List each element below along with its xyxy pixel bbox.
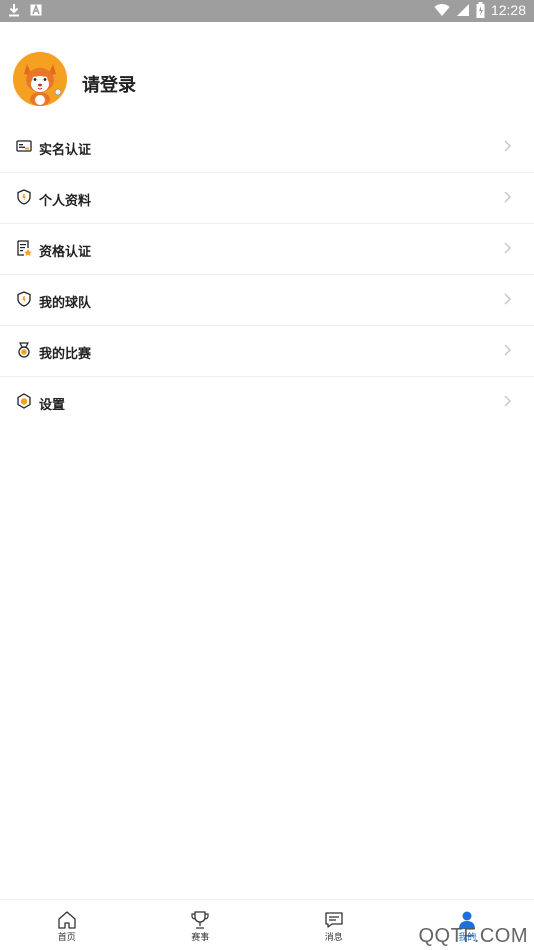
- chevron-right-icon: [504, 242, 512, 254]
- menu-item-real-name-verification[interactable]: 实名认证: [0, 122, 534, 173]
- menu-item-qualification-verification[interactable]: 资格认证: [0, 224, 534, 275]
- login-prompt[interactable]: 请登录: [82, 71, 136, 97]
- watermark: QQTF.COM: [418, 925, 528, 947]
- menu-item-my-team[interactable]: 我的球队: [0, 275, 534, 326]
- id-card-icon: [16, 140, 32, 152]
- nav-label: 消息: [324, 932, 343, 942]
- nav-label: 赛事: [191, 932, 210, 942]
- chevron-right-icon: [504, 191, 512, 203]
- menu-label: 设置: [39, 397, 66, 412]
- medal-icon: [18, 342, 30, 358]
- chevron-right-icon: [504, 293, 512, 305]
- menu-item-personal-profile[interactable]: 个人资料: [0, 173, 534, 224]
- status-bar: 12:28: [0, 0, 534, 22]
- chevron-right-icon: [504, 344, 512, 356]
- status-time: 12:28: [490, 2, 526, 18]
- menu-item-my-matches[interactable]: 我的比赛: [0, 326, 534, 377]
- menu-label: 我的球队: [39, 295, 92, 310]
- nav-item-home[interactable]: 首页: [0, 900, 134, 950]
- signal-icon: [456, 4, 469, 16]
- status-left-icons: [8, 3, 42, 17]
- nav-item-events[interactable]: 赛事: [134, 900, 268, 950]
- shield-profile-icon: [17, 189, 31, 205]
- chevron-right-icon: [504, 140, 512, 152]
- squirrel-mascot-avatar: [13, 52, 67, 106]
- home-icon: [58, 911, 76, 929]
- menu-list: 实名认证 个人资料 资格认证 我的球队 我的比赛 设置: [0, 122, 534, 428]
- nav-label: 首页: [57, 932, 76, 942]
- menu-label: 我的比赛: [39, 346, 92, 361]
- battery-icon: [476, 2, 485, 18]
- certificate-icon: [17, 240, 32, 256]
- menu-label: 个人资料: [39, 193, 92, 208]
- a-notification-icon: [30, 4, 42, 16]
- download-icon: [9, 4, 19, 17]
- message-icon: [325, 912, 343, 928]
- nav-item-messages[interactable]: 消息: [267, 900, 401, 950]
- hexagon-settings-icon: [17, 393, 31, 409]
- menu-item-settings[interactable]: 设置: [0, 377, 534, 428]
- profile-header[interactable]: 请登录: [0, 22, 534, 122]
- wifi-icon: [434, 4, 450, 17]
- trophy-icon: [191, 911, 209, 929]
- status-right-icons: 12:28: [434, 2, 526, 18]
- menu-label: 资格认证: [39, 244, 92, 259]
- avatar[interactable]: [13, 52, 67, 106]
- menu-label: 实名认证: [39, 142, 92, 157]
- chevron-right-icon: [504, 395, 512, 407]
- shield-team-icon: [17, 291, 31, 307]
